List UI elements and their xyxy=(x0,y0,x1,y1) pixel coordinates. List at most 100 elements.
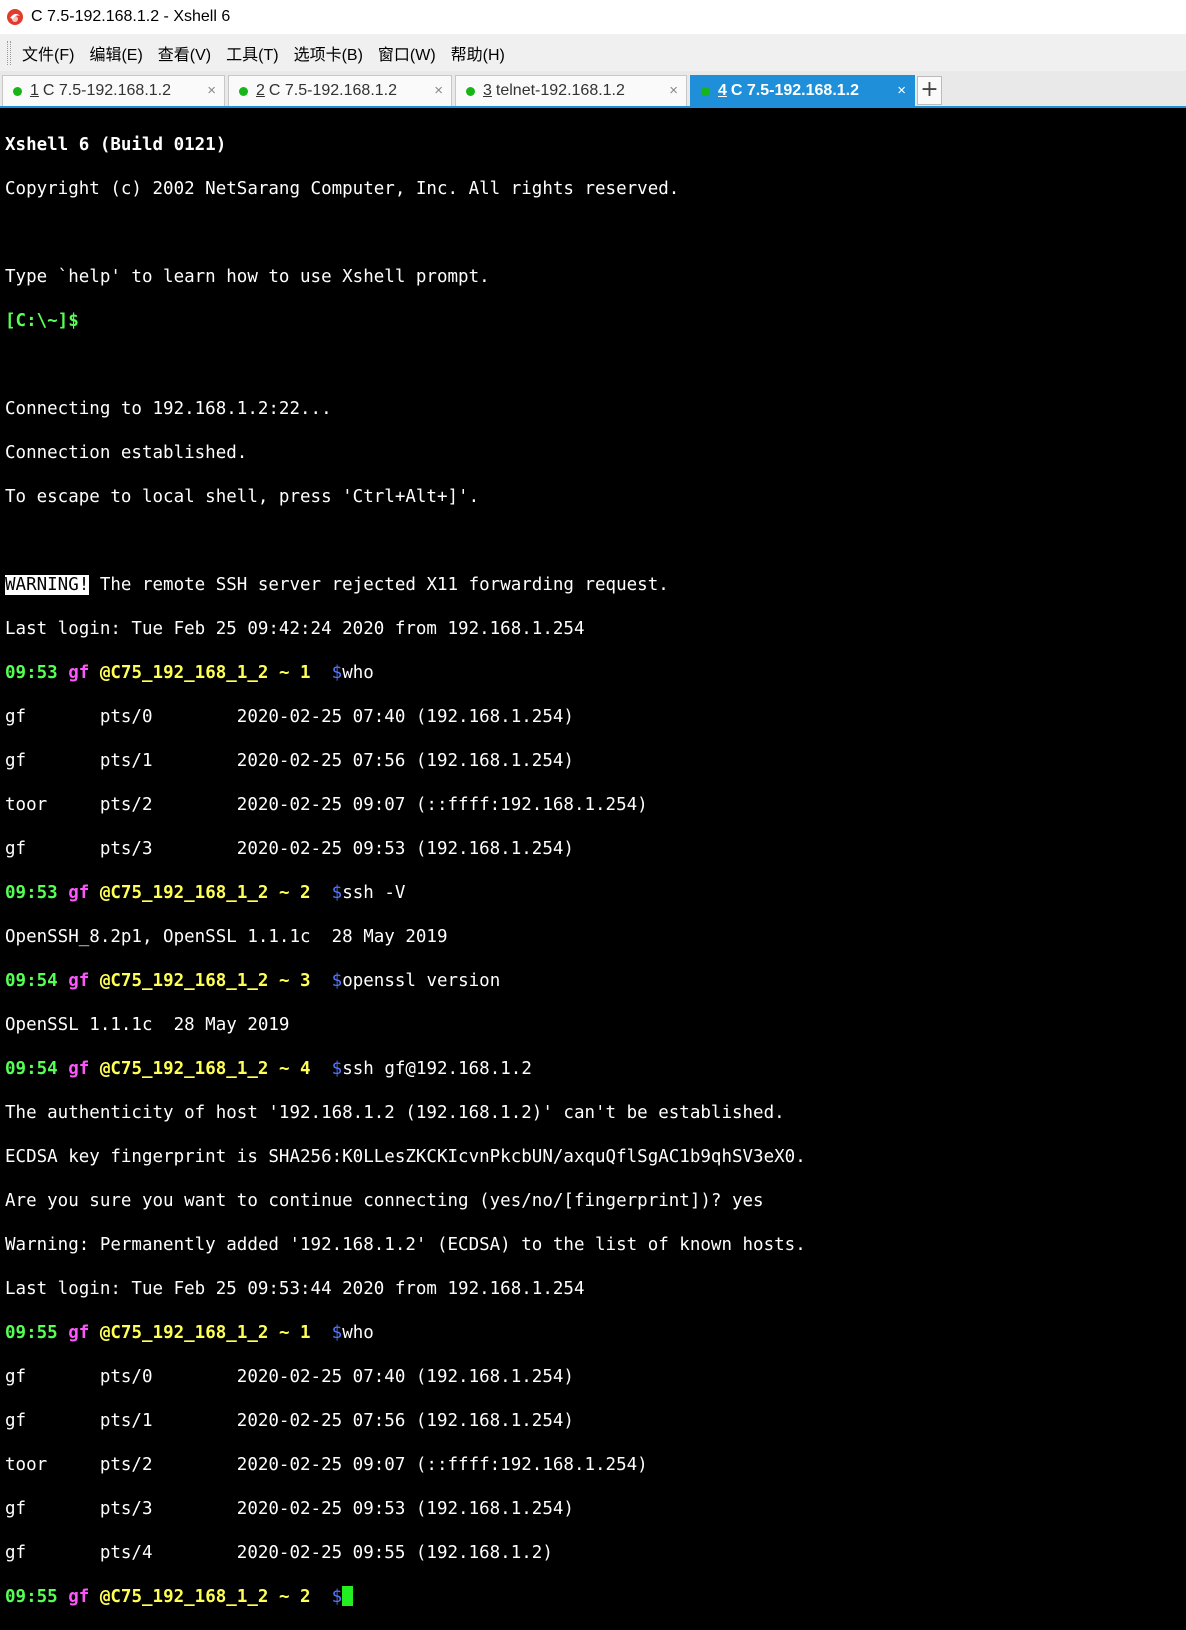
close-icon[interactable]: × xyxy=(434,82,443,99)
session-tab-2[interactable]: 2 C 7.5-192.168.1.2 × xyxy=(228,75,452,106)
menu-edit[interactable]: 编辑(E) xyxy=(88,38,143,68)
tab-number: 2 xyxy=(256,82,265,99)
tab-bar: 1 C 7.5-192.168.1.2 × 2 C 7.5-192.168.1.… xyxy=(0,71,1186,108)
prompt-command: who xyxy=(342,663,374,683)
prompt-dollar: $ xyxy=(331,1059,343,1079)
tab-number: 3 xyxy=(483,82,492,99)
prompt-time: 09:55 xyxy=(5,1323,58,1343)
terminal-line: Xshell 6 (Build 0121) xyxy=(5,135,227,155)
who-output-line: gf pts/1 2020-02-25 07:56 (192.168.1.254… xyxy=(5,751,574,771)
who-output-line: gf pts/0 2020-02-25 07:40 (192.168.1.254… xyxy=(5,1367,574,1387)
prompt-command: openssl version xyxy=(342,971,501,991)
close-icon[interactable]: × xyxy=(669,82,678,99)
prompt-dollar: $ xyxy=(331,663,343,683)
session-tab-4[interactable]: 4 C 7.5-192.168.1.2 × xyxy=(690,75,915,106)
terminal-output[interactable]: Xshell 6 (Build 0121) Copyright (c) 2002… xyxy=(0,108,1186,1607)
who-output-line: gf pts/3 2020-02-25 09:53 (192.168.1.254… xyxy=(5,1499,574,1519)
tab-label: C 7.5-192.168.1.2 xyxy=(268,82,397,99)
prompt-command: ssh gf@192.168.1.2 xyxy=(342,1059,532,1079)
warning-line: WARNING! The remote SSH server rejected … xyxy=(5,574,1186,596)
menu-help[interactable]: 帮助(H) xyxy=(450,38,506,68)
prompt-time: 09:54 xyxy=(5,971,58,991)
tab-label: C 7.5-192.168.1.2 xyxy=(730,82,859,99)
menu-file[interactable]: 文件(F) xyxy=(21,38,75,68)
prompt-host: @C75_192_168_1_2 ~ 4 xyxy=(99,1059,311,1079)
prompt-user: gf xyxy=(68,883,90,903)
who-output-line: gf pts/4 2020-02-25 09:55 (192.168.1.2) xyxy=(5,1543,553,1563)
shell-prompt-line: 09:54 gf @C75_192_168_1_2 ~ 4 $ssh gf@19… xyxy=(5,1058,1186,1080)
terminal-line: To escape to local shell, press 'Ctrl+Al… xyxy=(5,487,480,507)
shell-prompt-line: 09:54 gf @C75_192_168_1_2 ~ 3 $openssl v… xyxy=(5,970,1186,992)
prompt-dollar: $ xyxy=(331,1323,343,1343)
prompt-dollar: $ xyxy=(331,1587,343,1607)
connected-status-icon xyxy=(701,86,710,96)
close-icon[interactable]: × xyxy=(897,82,906,99)
connected-status-icon xyxy=(239,86,248,96)
prompt-time: 09:54 xyxy=(5,1059,58,1079)
tab-number: 4 xyxy=(718,82,727,99)
terminal-line: Are you sure you want to continue connec… xyxy=(5,1191,764,1211)
menu-tools[interactable]: 工具(T) xyxy=(225,38,279,68)
local-prompt: [C:\~]$ xyxy=(5,311,79,331)
prompt-time: 09:53 xyxy=(5,883,58,903)
terminal-line: Last login: Tue Feb 25 09:53:44 2020 fro… xyxy=(5,1279,585,1299)
who-output-line: gf pts/0 2020-02-25 07:40 (192.168.1.254… xyxy=(5,707,574,727)
prompt-host: @C75_192_168_1_2 ~ 2 xyxy=(99,1587,311,1607)
terminal-line: OpenSSL 1.1.1c 28 May 2019 xyxy=(5,1015,290,1035)
session-tab-3[interactable]: 3 telnet-192.168.1.2 × xyxy=(455,75,687,106)
connected-status-icon xyxy=(466,86,475,96)
menu-tab[interactable]: 选项卡(B) xyxy=(293,38,364,68)
window-title: C 7.5-192.168.1.2 - Xshell 6 xyxy=(31,8,231,25)
prompt-host: @C75_192_168_1_2 ~ 1 xyxy=(99,663,311,683)
tab-label: telnet-192.168.1.2 xyxy=(495,82,625,99)
prompt-dollar: $ xyxy=(331,971,343,991)
menu-bar: 文件(F) 编辑(E) 查看(V) 工具(T) 选项卡(B) 窗口(W) 帮助(… xyxy=(0,34,1186,71)
menu-window[interactable]: 窗口(W) xyxy=(377,38,437,68)
tab-number: 1 xyxy=(30,82,39,99)
terminal-line: ECDSA key fingerprint is SHA256:K0LLesZK… xyxy=(5,1147,806,1167)
new-tab-button[interactable]: + xyxy=(917,76,942,105)
prompt-user: gf xyxy=(68,971,90,991)
who-output-line: toor pts/2 2020-02-25 09:07 (::ffff:192.… xyxy=(5,795,648,815)
connected-status-icon xyxy=(13,86,22,96)
prompt-time: 09:55 xyxy=(5,1587,58,1607)
terminal-line: Copyright (c) 2002 NetSarang Computer, I… xyxy=(5,179,680,199)
prompt-user: gf xyxy=(68,1059,90,1079)
who-output-line: gf pts/1 2020-02-25 07:56 (192.168.1.254… xyxy=(5,1411,574,1431)
terminal-line: Warning: Permanently added '192.168.1.2'… xyxy=(5,1235,806,1255)
session-tab-1[interactable]: 1 C 7.5-192.168.1.2 × xyxy=(2,75,225,106)
tab-label: C 7.5-192.168.1.2 xyxy=(42,82,171,99)
prompt-user: gf xyxy=(68,663,90,683)
close-icon[interactable]: × xyxy=(207,82,216,99)
prompt-host: @C75_192_168_1_2 ~ 1 xyxy=(99,1323,311,1343)
terminal-cursor[interactable] xyxy=(342,1586,354,1606)
shell-prompt-line: 09:53 gf @C75_192_168_1_2 ~ 1 $who xyxy=(5,662,1186,684)
shell-prompt-line[interactable]: 09:55 gf @C75_192_168_1_2 ~ 2 $ xyxy=(5,1586,1186,1608)
prompt-user: gf xyxy=(68,1323,90,1343)
terminal-line: Last login: Tue Feb 25 09:42:24 2020 fro… xyxy=(5,619,585,639)
warning-text: The remote SSH server rejected X11 forwa… xyxy=(89,575,669,595)
prompt-command: who xyxy=(342,1323,374,1343)
who-output-line: gf pts/3 2020-02-25 09:53 (192.168.1.254… xyxy=(5,839,574,859)
xshell-logo-icon xyxy=(7,9,23,25)
menu-view[interactable]: 查看(V) xyxy=(157,38,212,68)
terminal-line: OpenSSH_8.2p1, OpenSSL 1.1.1c 28 May 201… xyxy=(5,927,448,947)
terminal-line: Type `help' to learn how to use Xshell p… xyxy=(5,267,490,287)
prompt-command: ssh -V xyxy=(342,883,406,903)
warning-tag: WARNING! xyxy=(5,575,90,595)
terminal-line: The authenticity of host '192.168.1.2 (1… xyxy=(5,1103,785,1123)
prompt-host: @C75_192_168_1_2 ~ 3 xyxy=(99,971,311,991)
terminal-line: Connecting to 192.168.1.2:22... xyxy=(5,399,332,419)
prompt-time: 09:53 xyxy=(5,663,58,683)
terminal-line: Connection established. xyxy=(5,443,248,463)
who-output-line: toor pts/2 2020-02-25 09:07 (::ffff:192.… xyxy=(5,1455,648,1475)
toolbar-grip[interactable] xyxy=(7,40,11,65)
prompt-dollar: $ xyxy=(331,883,343,903)
shell-prompt-line: 09:53 gf @C75_192_168_1_2 ~ 2 $ssh -V xyxy=(5,882,1186,904)
prompt-user: gf xyxy=(68,1587,90,1607)
prompt-host: @C75_192_168_1_2 ~ 2 xyxy=(99,883,311,903)
title-bar: C 7.5-192.168.1.2 - Xshell 6 xyxy=(0,0,1186,34)
